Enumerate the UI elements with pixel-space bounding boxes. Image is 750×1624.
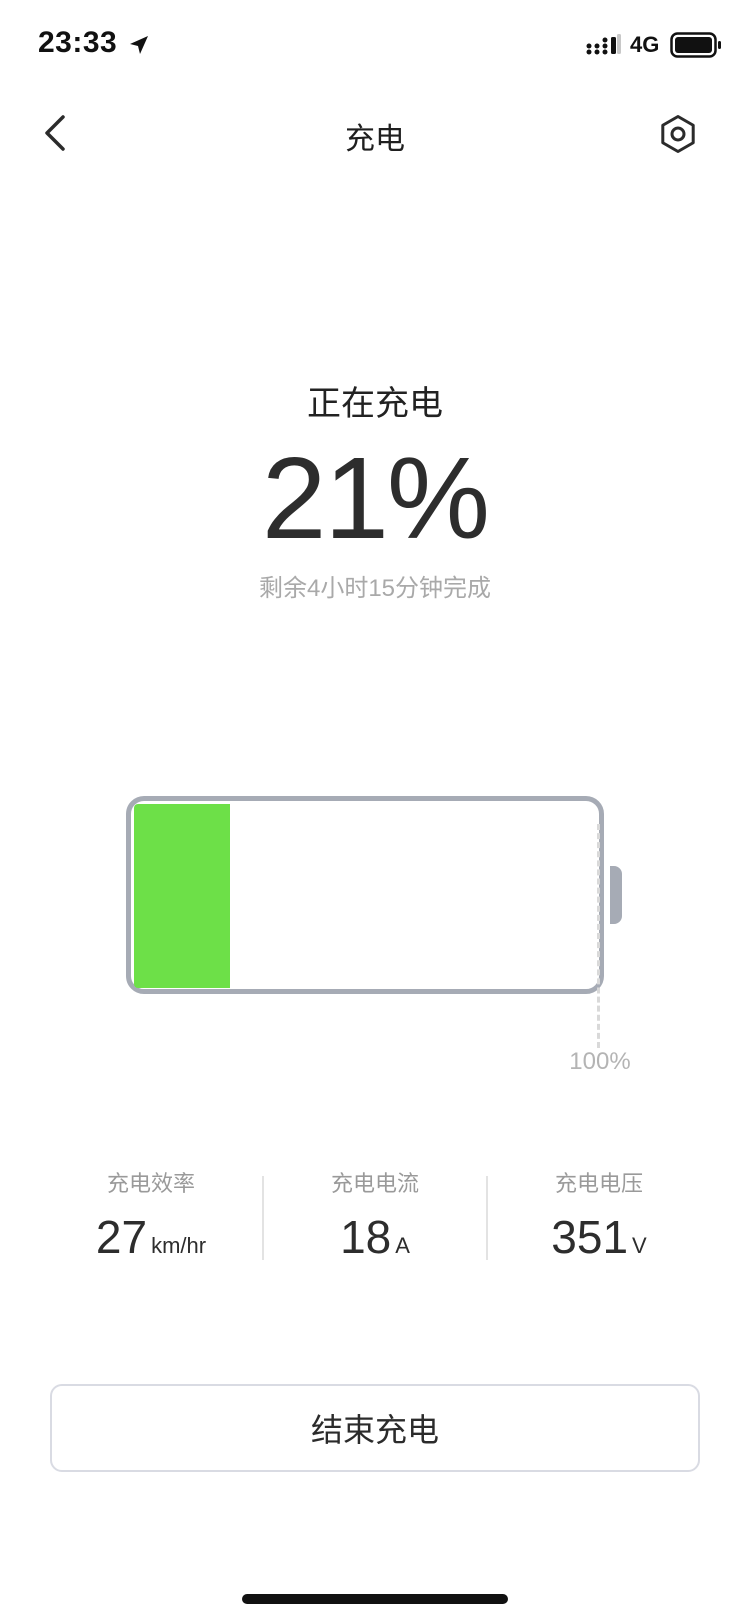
metric-value-line: 27 km/hr [40, 1210, 262, 1264]
battery-terminal [610, 866, 622, 924]
charge-percent: 21% [261, 433, 490, 563]
metric-unit: V [632, 1233, 647, 1258]
charging-status: 正在充电 [307, 385, 443, 423]
location-arrow-icon [130, 36, 148, 54]
settings-button[interactable] [652, 108, 704, 160]
metric-value: 18 [340, 1211, 392, 1263]
cell-signal-icon [586, 34, 621, 55]
metric-charging-voltage: 充电电压 351 V [488, 1166, 710, 1276]
status-time: 23:33 [38, 26, 118, 59]
nav-bar: 充电 [0, 96, 750, 172]
metric-charging-efficiency: 充电效率 27 km/hr [40, 1166, 262, 1276]
battery-fill [134, 804, 230, 988]
battery-icon [670, 32, 721, 58]
metric-label: 充电效率 [106, 1171, 195, 1196]
full-charge-marker-line [597, 824, 600, 1048]
network-type-label: 4G [630, 32, 660, 57]
status-bar: 23:33 4G [0, 22, 750, 72]
metric-unit: A [395, 1233, 410, 1258]
metric-value: 27 [95, 1211, 148, 1263]
hex-nut-settings-icon [661, 115, 695, 153]
metric-label: 充电电压 [554, 1171, 643, 1196]
battery-level-graphic [126, 796, 624, 1048]
full-charge-marker-label: 100% [569, 1048, 631, 1075]
metric-value-line: 18 A [264, 1210, 486, 1264]
home-indicator [242, 1594, 508, 1604]
remaining-time: 剩余4小时15分钟完成 [258, 575, 492, 602]
stop-charging-button[interactable]: 结束充电 [50, 1384, 700, 1472]
charging-metrics: 充电效率 27 km/hr 充电电流 18 A 充电电压 351 V [40, 1166, 710, 1276]
metric-value-line: 351 V [488, 1210, 710, 1264]
metric-charging-current: 充电电流 18 A [264, 1166, 486, 1276]
page-title: 充电 [345, 123, 405, 156]
metric-unit: km/hr [151, 1233, 207, 1258]
metric-label: 充电电流 [330, 1171, 419, 1196]
metric-value: 351 [551, 1211, 629, 1263]
